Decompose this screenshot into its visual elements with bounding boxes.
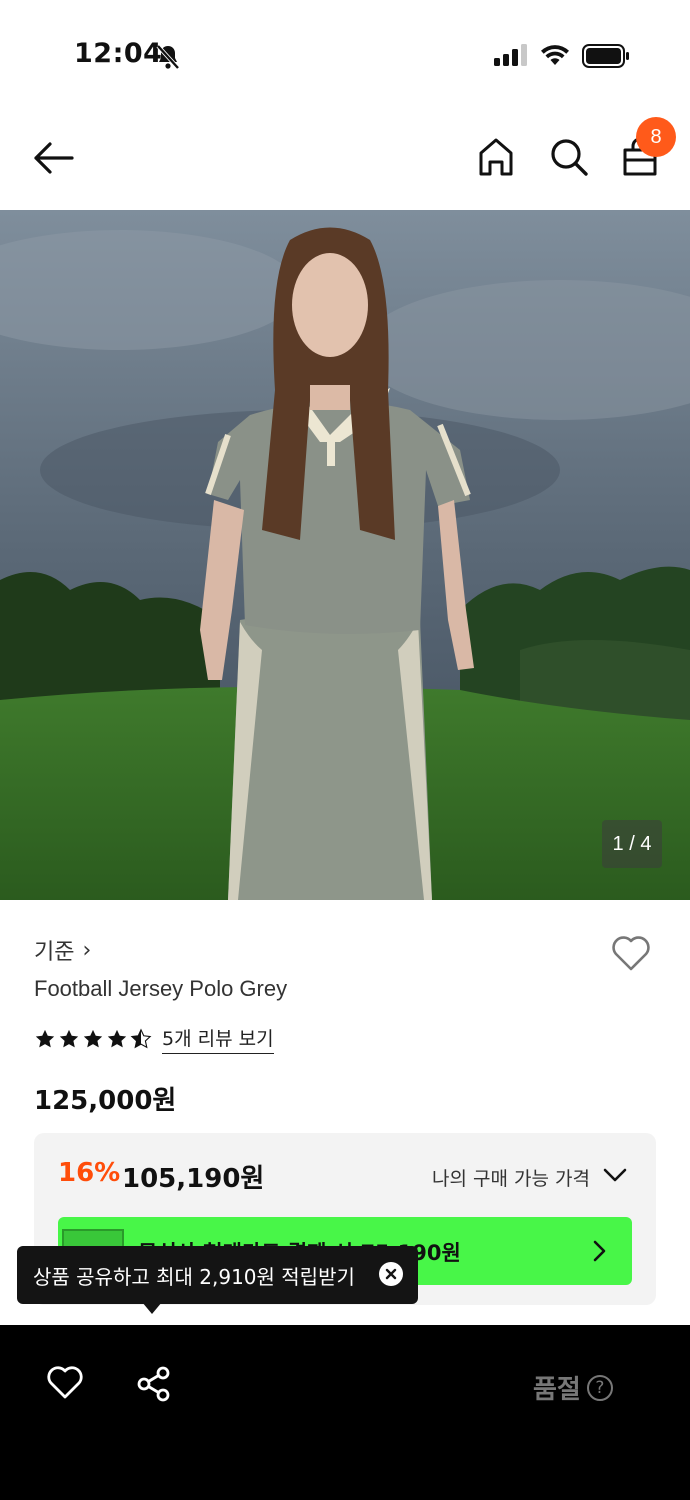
chevron-right-icon bbox=[590, 1239, 608, 1267]
star-half-icon bbox=[130, 1028, 152, 1049]
share-icon[interactable] bbox=[135, 1365, 173, 1407]
search-icon[interactable] bbox=[548, 136, 590, 182]
my-price-toggle[interactable]: 나의 구매 가능 가격 bbox=[432, 1164, 590, 1191]
home-icon[interactable] bbox=[476, 136, 516, 182]
tooltip-text: 상품 공유하고 최대 2,910원 적립받기 bbox=[33, 1264, 355, 1289]
brand-link[interactable]: 기준 › bbox=[34, 934, 91, 966]
soldout-label: 품절 bbox=[533, 1375, 581, 1405]
top-navigation bbox=[0, 110, 690, 210]
help-circle-icon[interactable]: ? bbox=[586, 1374, 613, 1401]
heart-outline-icon[interactable] bbox=[610, 934, 652, 976]
chevron-down-icon[interactable] bbox=[602, 1165, 628, 1189]
chevron-right-icon: › bbox=[82, 937, 92, 963]
product-image[interactable] bbox=[0, 210, 690, 900]
discount-rate: 16% bbox=[58, 1158, 121, 1188]
rating-row: 5개 리뷰 보기 bbox=[34, 1024, 274, 1054]
brand-name: 기준 bbox=[34, 940, 75, 965]
heart-outline-icon[interactable] bbox=[46, 1365, 84, 1405]
cellular-signal-icon bbox=[494, 44, 528, 70]
star-full-icon bbox=[83, 1029, 103, 1048]
discount-price: 105,190원 bbox=[122, 1164, 265, 1194]
bottom-action-bar: 품절 ? bbox=[0, 1325, 690, 1500]
battery-icon bbox=[582, 44, 630, 72]
close-icon[interactable] bbox=[379, 1262, 403, 1286]
image-page-counter: 1 / 4 bbox=[602, 820, 662, 868]
star-full-icon bbox=[107, 1029, 127, 1048]
soldout-status: 품절 ? bbox=[533, 1369, 613, 1406]
review-link[interactable]: 5개 리뷰 보기 bbox=[162, 1024, 274, 1054]
status-bar: 12:04 bbox=[0, 0, 690, 110]
original-price: 125,000원 bbox=[34, 1086, 177, 1116]
star-rating bbox=[34, 1028, 152, 1050]
bell-muted-icon bbox=[156, 44, 180, 74]
wifi-icon bbox=[540, 44, 570, 70]
share-reward-tooltip: 상품 공유하고 최대 2,910원 적립받기 bbox=[17, 1246, 418, 1304]
star-full-icon bbox=[35, 1029, 55, 1048]
cart-count-badge: 8 bbox=[636, 117, 676, 157]
status-time: 12:04 bbox=[74, 38, 163, 69]
product-name: Football Jersey Polo Grey bbox=[34, 976, 288, 1001]
star-full-icon bbox=[59, 1029, 79, 1048]
tooltip-pointer bbox=[142, 1302, 162, 1314]
back-arrow-icon[interactable] bbox=[30, 138, 74, 182]
